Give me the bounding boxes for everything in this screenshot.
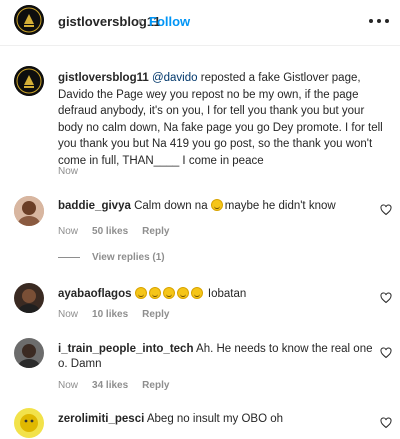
- comment-avatar[interactable]: [14, 196, 44, 226]
- comment-meta: Now 50 likes Reply: [58, 226, 169, 237]
- comment-username[interactable]: i_train_people_into_tech: [58, 343, 193, 355]
- grinning-sweat-emoji-icon: [162, 287, 175, 299]
- author-avatar[interactable]: [14, 5, 44, 35]
- divider-line: [58, 257, 80, 258]
- reply-button[interactable]: Reply: [142, 309, 169, 320]
- caption-username[interactable]: gistloversblog11: [58, 72, 149, 84]
- comment-body: Calm down na: [134, 200, 208, 212]
- post-header: gistloversblog11 • Follow: [0, 0, 400, 46]
- comment-username[interactable]: baddie_givya: [58, 200, 131, 212]
- comment-username[interactable]: zerolimiti_pesci: [58, 413, 144, 425]
- caption-timestamp: Now: [58, 166, 79, 177]
- like-heart-icon[interactable]: [380, 347, 392, 359]
- comment-text: zerolimiti_pesci Abeg no insult my OBO o…: [58, 412, 373, 427]
- caption-mention[interactable]: @davido: [152, 72, 198, 84]
- comment-text: ayabaoflagos Iobatan: [58, 287, 373, 302]
- comment-text: baddie_givya Calm down na maybe he didn'…: [58, 199, 373, 214]
- comment-body-end: Iobatan: [207, 288, 247, 300]
- comment-text: i_train_people_into_tech Ah. He needs to…: [58, 342, 373, 372]
- comment-meta: Now 34 likes Reply: [58, 380, 169, 391]
- view-replies-label[interactable]: View replies (1): [92, 252, 165, 263]
- comment-body-end: maybe he didn't know: [224, 200, 336, 212]
- comment-likes[interactable]: 10 likes: [92, 309, 128, 320]
- grinning-sweat-emoji-icon: [190, 287, 203, 299]
- caption-avatar[interactable]: [14, 66, 44, 96]
- caption-body: reposted a fake Gistlover page, Davido t…: [58, 72, 383, 167]
- grinning-sweat-emoji-icon: [134, 287, 147, 299]
- like-heart-icon[interactable]: [380, 204, 392, 216]
- comment-body: Abeg no insult my OBO oh: [146, 413, 284, 425]
- like-heart-icon[interactable]: [380, 292, 392, 304]
- header-username[interactable]: gistloversblog11: [58, 14, 161, 29]
- reply-button[interactable]: Reply: [142, 226, 169, 237]
- comment-time: Now: [58, 380, 79, 391]
- comment-time: Now: [58, 226, 79, 237]
- grinning-sweat-emoji-icon: [176, 287, 189, 299]
- comment-avatar[interactable]: [14, 338, 44, 368]
- header-separator: •: [138, 13, 143, 28]
- reply-button[interactable]: Reply: [142, 380, 169, 391]
- comment-likes[interactable]: 50 likes: [92, 226, 128, 237]
- comment-likes[interactable]: 34 likes: [92, 380, 128, 391]
- comment-avatar[interactable]: [14, 283, 44, 313]
- grinning-sweat-emoji-icon: [210, 199, 223, 211]
- like-heart-icon[interactable]: [380, 417, 392, 429]
- more-horizontal-icon[interactable]: [369, 12, 389, 30]
- grinning-sweat-emoji-icon: [148, 287, 161, 299]
- comment-avatar[interactable]: [14, 408, 44, 438]
- follow-button[interactable]: Follow: [149, 14, 190, 29]
- caption-text: gistloversblog11 @davido reposted a fake…: [58, 70, 388, 170]
- view-replies-button[interactable]: View replies (1): [58, 252, 165, 263]
- comment-meta: Now 10 likes Reply: [58, 309, 169, 320]
- comment-time: Now: [58, 309, 79, 320]
- comment-username[interactable]: ayabaoflagos: [58, 288, 132, 300]
